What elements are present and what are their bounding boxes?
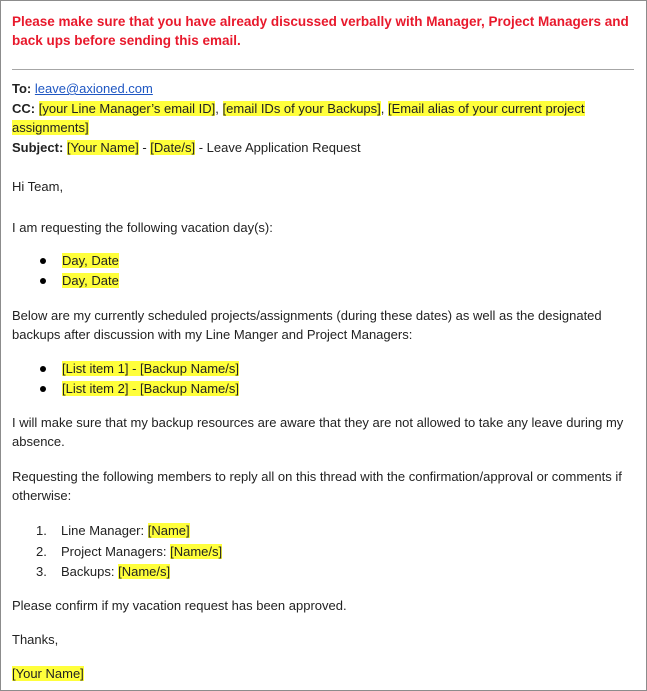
cc-line-cont: assignments] — [12, 118, 89, 137]
cc-line-manager: [your Line Manager’s email ID] — [38, 101, 216, 116]
cc-backups: [email IDs of your Backups] — [222, 101, 381, 116]
list-item: 1. Line Manager: [Name] — [36, 523, 190, 538]
greeting: Hi Team, — [12, 179, 64, 194]
backup-note: I will make sure that my backup resource… — [12, 415, 624, 449]
list-item: 2. Project Managers: [Name/s] — [36, 543, 223, 559]
projects-intro: Below are my currently scheduled project… — [12, 308, 602, 342]
list-item: Day, Date — [40, 271, 119, 291]
cc-project-alias: [Email alias of your current project — [388, 101, 585, 116]
to-line: To: leave@axioned.com — [12, 79, 153, 98]
cc-project-alias-cont: assignments] — [12, 120, 89, 135]
cc-line: CC: [your Line Manager’s email ID], [ema… — [12, 101, 585, 116]
request-intro: I am requesting the following vacation d… — [12, 220, 273, 235]
list-item: Day, Date — [40, 251, 119, 271]
members-intro: Requesting the following members to repl… — [12, 469, 622, 503]
members-list: 1. Line Manager: [Name] 2. Project Manager… — [36, 521, 223, 583]
cc-label: CC: — [12, 101, 36, 116]
signature-name: [Your Name] — [12, 666, 84, 681]
list-item: [List item 1] - [Backup Name/s] — [40, 359, 240, 379]
subject-label: Subject: — [12, 140, 64, 155]
vacation-days-list: Day, Date Day, Date — [40, 251, 119, 291]
signature: [Your Name] — [12, 664, 84, 683]
divider — [12, 69, 634, 70]
subject-rest: - Leave Application Request — [198, 140, 361, 155]
bullet-icon — [40, 366, 46, 372]
bullet-icon — [40, 278, 46, 284]
projects-list: [List item 1] - [Backup Name/s] [List it… — [40, 359, 240, 399]
bullet-icon — [40, 258, 46, 264]
list-item: [List item 2] - [Backup Name/s] — [40, 379, 240, 399]
warning-note: Please make sure that you have already d… — [12, 14, 629, 48]
subject-name: [Your Name] — [66, 140, 139, 155]
to-email-link[interactable]: leave@axioned.com — [35, 81, 153, 96]
to-label: To: — [12, 81, 32, 96]
confirm-line: Please confirm if my vacation request ha… — [12, 598, 347, 613]
thanks-line: Thanks, — [12, 632, 59, 647]
list-item: 3. Backups: [Name/s] — [36, 564, 171, 579]
bullet-icon — [40, 386, 46, 392]
subject-dates: [Date/s] — [150, 140, 196, 155]
subject-line: Subject: [Your Name] - [Date/s] - Leave … — [12, 140, 361, 155]
